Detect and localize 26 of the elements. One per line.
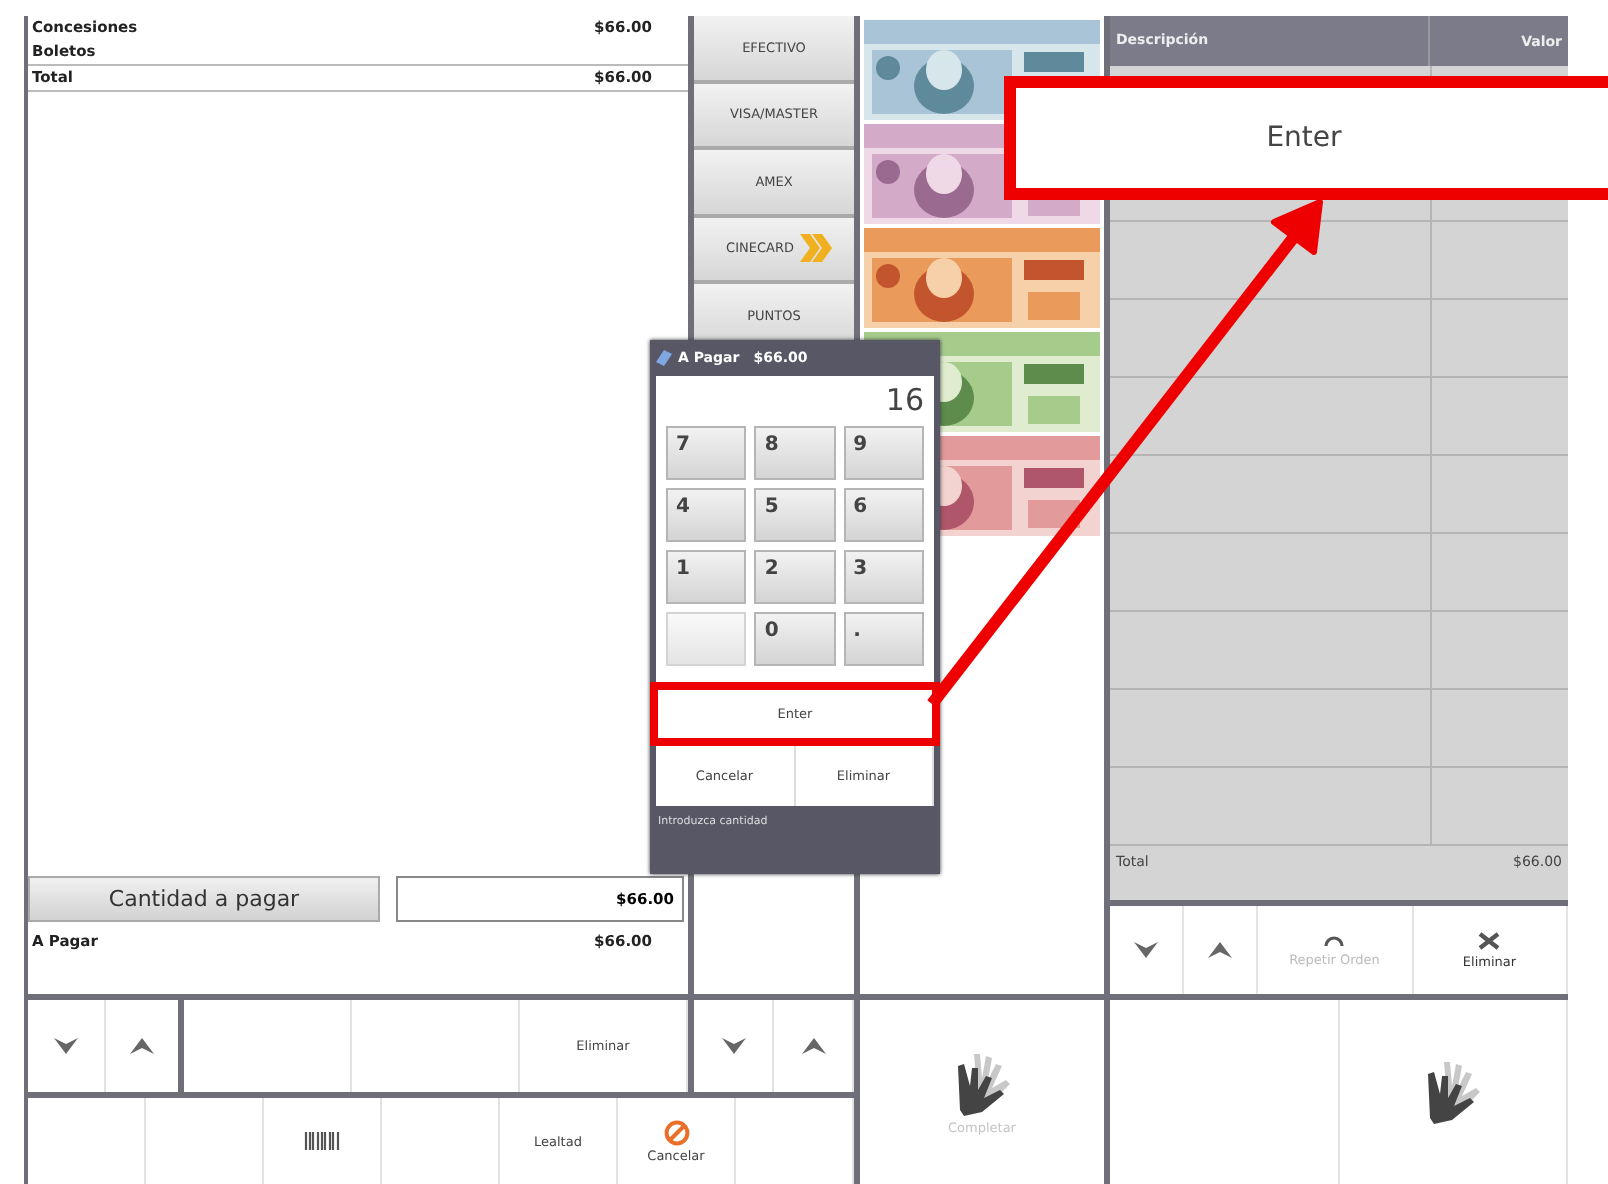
double-chevron-icon	[797, 232, 834, 265]
quantity-display: 16	[883, 380, 924, 420]
barcode-icon	[304, 1132, 340, 1150]
down-arrow-icon	[54, 1038, 78, 1054]
repeat-icon	[1324, 933, 1345, 947]
x-icon	[1478, 931, 1501, 949]
keypad-key[interactable]: 0	[754, 612, 836, 666]
enter-callout: Enter	[1004, 76, 1608, 200]
keypad-key[interactable]: 3	[843, 550, 924, 604]
keypad-key[interactable]: 9	[843, 426, 924, 480]
up-arrow-icon	[130, 1038, 154, 1054]
keypad-key[interactable]: 6	[843, 488, 924, 542]
keypad-key[interactable]: 7	[666, 426, 747, 480]
prohibited-icon	[663, 1119, 689, 1145]
up-arrow-icon	[1208, 942, 1232, 958]
keypad-key[interactable]: 8	[754, 426, 836, 480]
app-icon	[656, 350, 672, 366]
keypad-key[interactable]: 5	[754, 488, 836, 542]
keypad-key[interactable]: .	[843, 612, 924, 666]
keypad-key[interactable]: 4	[666, 488, 747, 542]
down-arrow-icon	[721, 1038, 745, 1054]
up-arrow-icon	[801, 1038, 825, 1054]
amount-to-pay-button[interactable]: Cantidad a pagar	[28, 876, 380, 922]
keypad-key[interactable]: 1	[666, 550, 747, 604]
down-arrow-icon	[1134, 942, 1158, 958]
keypad-key[interactable]: 2	[754, 550, 836, 604]
